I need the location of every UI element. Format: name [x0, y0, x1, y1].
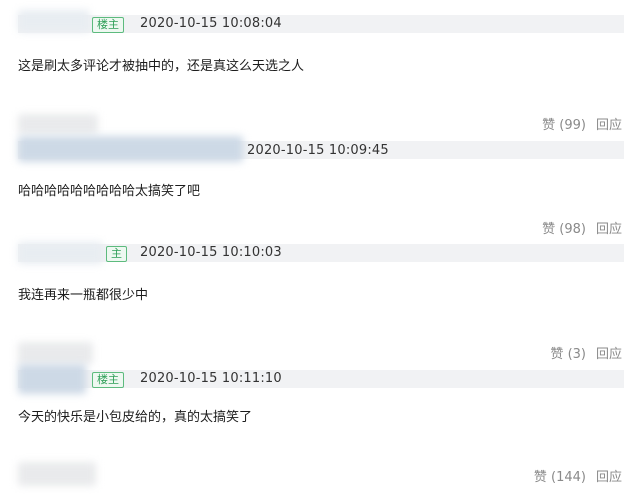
like-count: (144) — [551, 470, 586, 485]
like-count: (98) — [559, 222, 586, 237]
reply-button[interactable]: 回应 — [596, 114, 622, 133]
username-blurred[interactable] — [18, 136, 243, 162]
next-avatar[interactable] — [18, 462, 96, 486]
comment-timestamp: 2020-10-15 10:08:04 — [140, 16, 282, 31]
op-badge: 楼主 — [92, 372, 124, 388]
username-blurred[interactable] — [18, 364, 86, 394]
like-button[interactable]: 赞 (144) — [534, 466, 586, 485]
like-label: 赞 — [533, 470, 547, 485]
like-button[interactable]: 赞 (98) — [542, 218, 586, 237]
comment-timestamp: 2020-10-15 10:11:10 — [140, 371, 282, 386]
comment-text: 我连再来一瓶都很少中 — [18, 288, 149, 303]
reply-button[interactable]: 回应 — [596, 466, 622, 485]
comment-text: 今天的快乐是小包皮给的，真的太搞笑了 — [18, 410, 253, 425]
comment-timestamp: 2020-10-15 10:09:45 — [247, 143, 389, 158]
comment-actions: 赞 (3) 回应 — [550, 343, 622, 362]
comment-actions: 赞 (99) 回应 — [542, 114, 622, 133]
avatar[interactable] — [18, 342, 93, 364]
avatar[interactable] — [18, 114, 98, 134]
comment-text: 这是刷太多评论才被抽中的，还是真这么天选之人 — [18, 59, 305, 74]
like-count: (3) — [567, 347, 586, 362]
like-label: 赞 — [542, 118, 556, 133]
op-badge: 楼主 — [92, 17, 124, 33]
avatar[interactable] — [18, 10, 90, 32]
like-button[interactable]: 赞 (3) — [550, 343, 586, 362]
like-label: 赞 — [550, 347, 564, 362]
comment-actions: 赞 (98) 回应 — [542, 218, 622, 237]
like-label: 赞 — [542, 222, 556, 237]
reply-button[interactable]: 回应 — [596, 343, 622, 362]
comment-timestamp: 2020-10-15 10:10:03 — [140, 245, 282, 260]
avatar[interactable] — [18, 242, 103, 264]
comment-text: 哈哈哈哈哈哈哈哈哈太搞笑了吧 — [18, 184, 201, 199]
like-count: (99) — [559, 118, 586, 133]
reply-button[interactable]: 回应 — [596, 218, 622, 237]
like-button[interactable]: 赞 (99) — [542, 114, 586, 133]
op-badge: 主 — [106, 246, 127, 262]
comment-actions: 赞 (144) 回应 — [534, 466, 622, 485]
